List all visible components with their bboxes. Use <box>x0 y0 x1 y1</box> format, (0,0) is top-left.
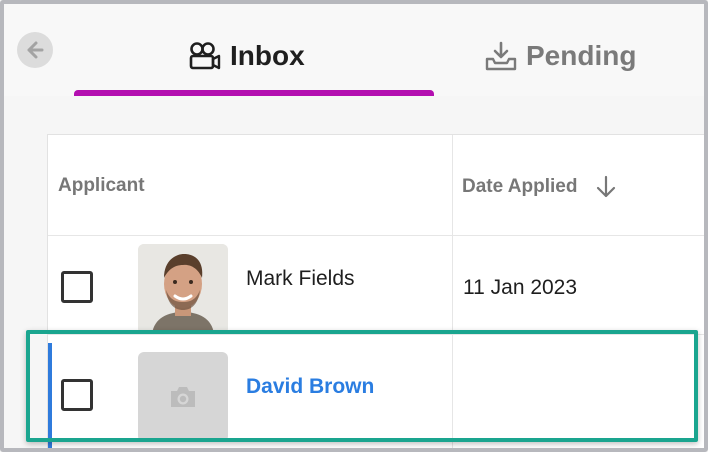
tab-pending-label: Pending <box>526 40 637 71</box>
inbox-tray-download-icon <box>485 41 517 71</box>
tab-pending[interactable]: Pending <box>484 36 636 76</box>
highlight-box <box>26 330 698 442</box>
back-button[interactable] <box>17 32 53 68</box>
column-header-applicant[interactable]: Applicant <box>58 175 145 197</box>
column-header-date-label: Date Applied <box>462 176 578 197</box>
column-header-date-applied[interactable]: Date Applied <box>462 175 617 199</box>
arrow-down-icon[interactable] <box>595 175 617 199</box>
avatar <box>138 244 228 334</box>
tab-header: Inbox Pending <box>4 4 704 98</box>
row-divider <box>48 235 704 236</box>
applicant-name[interactable]: Mark Fields <box>246 267 355 291</box>
app-window: Inbox Pending Applicant Date Applied Mar… <box>0 0 708 452</box>
arrow-left-icon <box>27 41 44 59</box>
video-camera-icon <box>189 42 221 70</box>
applicant-photo <box>138 244 228 334</box>
row-checkbox[interactable] <box>61 271 93 303</box>
tab-inbox[interactable]: Inbox <box>188 36 305 76</box>
date-applied-cell: 11 Jan 2023 <box>463 276 578 299</box>
tab-inbox-label: Inbox <box>230 40 305 71</box>
